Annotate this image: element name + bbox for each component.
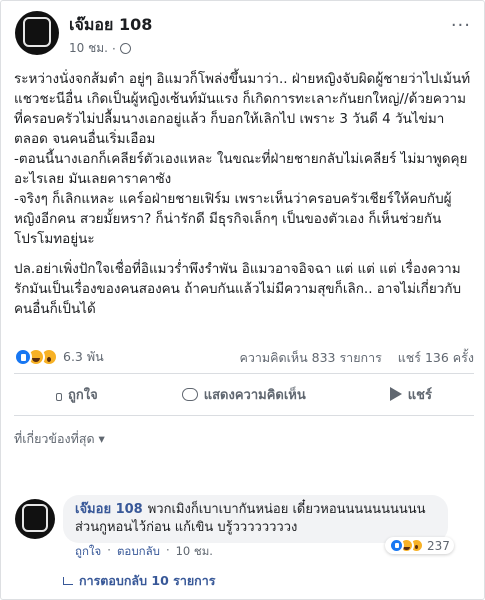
comment-label: แสดงความคิดเห็น (203, 387, 306, 403)
share-button[interactable]: แชร์ (389, 384, 432, 405)
post-card: เจ๊มอย 108 10 ชม. · ··· ระหว่างนั่งจกส้ม… (0, 0, 485, 600)
comment-share-counts: ความคิดเห็น 833 รายการ แชร์ 136 ครั้ง (239, 348, 474, 368)
more-options-icon[interactable]: ··· (451, 15, 471, 36)
divider (14, 373, 474, 374)
commenter-name[interactable]: เจ๊มอย 108 (75, 502, 143, 517)
author-name[interactable]: เจ๊มอย 108 (69, 13, 152, 38)
commenter-avatar[interactable] (15, 499, 55, 539)
comment-button[interactable]: แสดงความคิดเห็น (181, 384, 306, 405)
comment-reactions[interactable]: 237 (385, 537, 454, 554)
comment-like-link[interactable]: ถูกใจ (75, 543, 101, 561)
globe-icon (119, 43, 131, 54)
divider (14, 415, 474, 416)
shares-count-link[interactable]: แชร์ 136 ครั้ง (398, 350, 474, 365)
avatar-logo (23, 17, 51, 47)
post-header: เจ๊มอย 108 10 ชม. · ··· (15, 11, 473, 58)
share-label: แชร์ (407, 387, 432, 403)
post-meta: 10 ชม. · (69, 39, 131, 58)
post-action-bar: ถูกใจ แสดงความคิดเห็น แชร์ (14, 379, 474, 409)
comments-count-link[interactable]: ความคิดเห็น 833 รายการ (239, 350, 381, 365)
view-replies-link[interactable]: การตอบกลับ 10 รายการ (63, 571, 215, 591)
post-paragraph: -จริงๆ ก็เลิกแหละ แคร์อฝ่ายชายเฟิร์ม เพร… (14, 191, 452, 247)
thumbs-up-icon (56, 393, 62, 401)
post-time[interactable]: 10 ชม. (69, 39, 108, 58)
avatar-logo (22, 504, 48, 532)
share-icon (389, 387, 402, 401)
reaction-summary[interactable]: 6.3 พัน (14, 347, 104, 367)
author-avatar[interactable] (15, 11, 59, 55)
comment-reaction-count: 237 (427, 538, 450, 553)
comment-sort-dropdown[interactable]: ที่เกี่ยวข้องที่สุด ▾ (14, 429, 105, 449)
replies-label: การตอบกลับ 10 รายการ (79, 573, 216, 588)
post-paragraph: -ตอนนี้นางเอกก็เคลียร์ตัวเองแหละ ในขณะที… (14, 151, 468, 187)
like-button[interactable]: ถูกใจ (56, 384, 98, 405)
comment-bubble: เจ๊มอย 108 พวกเมิงก็เบาเบากันหน่อย เดี๋ยว… (63, 495, 448, 543)
post-paragraph: ปล.อย่าเพิ่งปักใจเชื่อที่อิแมวร่ำพึงรำพั… (14, 261, 462, 317)
comment-time[interactable]: 10 ชม. (176, 543, 213, 561)
like-reaction-icon (389, 538, 404, 553)
post-text: ระหว่างนั่งจกส้มตำ อยู่ๆ อิแมวก็โพล่งขึ้… (14, 69, 474, 319)
comment-icon (181, 387, 198, 401)
like-reaction-icon (14, 348, 32, 366)
comment-reply-link[interactable]: ตอบกลับ (117, 543, 160, 561)
comment-actions: ถูกใจ · ตอบกลับ · 10 ชม. (75, 543, 213, 561)
post-stats: 6.3 พัน ความคิดเห็น 833 รายการ แชร์ 136 … (14, 347, 474, 367)
like-label: ถูกใจ (68, 387, 98, 403)
reply-arrow-icon (63, 577, 73, 585)
reaction-count: 6.3 พัน (63, 349, 104, 364)
post-paragraph: ระหว่างนั่งจกส้มตำ อยู่ๆ อิแมวก็โพล่งขึ้… (14, 71, 471, 147)
